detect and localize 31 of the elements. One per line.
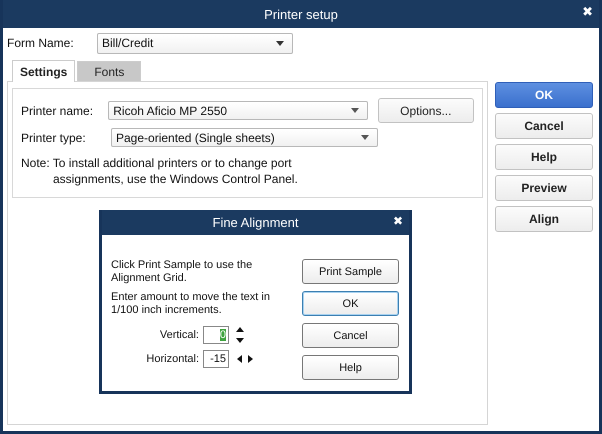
- note-text: Note: To install additional printers or to change port assignments, use the Windows Control Panel.: [21, 155, 299, 187]
- printer-type-label: Printer type:: [21, 130, 87, 144]
- printer-name-dropdown[interactable]: Ricoh Aficio MP 2550: [108, 101, 368, 120]
- options-button[interactable]: Options...: [378, 98, 474, 123]
- dialog-title: Fine Alignment: [212, 215, 298, 230]
- dialog-button[interactable]: OK: [495, 82, 593, 108]
- tab[interactable]: Fonts: [77, 61, 142, 81]
- form-name-label: Form Name:: [7, 36, 75, 50]
- printer-name-label: Printer name:: [21, 104, 94, 118]
- dialog-button[interactable]: Preview: [495, 175, 593, 201]
- instruction-text: Enter amount to move the text in 1/100 inch increments.: [111, 291, 271, 317]
- tab[interactable]: Settings: [12, 60, 76, 82]
- dialog-button[interactable]: Help: [302, 355, 399, 380]
- caret-icon: [361, 135, 369, 140]
- horizontal-field[interactable]: -15: [203, 350, 229, 368]
- close-button[interactable]: ✖: [392, 214, 403, 228]
- dialog-button[interactable]: Cancel: [302, 323, 399, 348]
- window-title: Printer setup: [264, 6, 338, 22]
- form-name-dropdown[interactable]: Bill/Credit: [97, 32, 293, 54]
- dialog-button[interactable]: Align: [495, 206, 593, 232]
- dialog-button[interactable]: OK: [302, 291, 399, 316]
- vertical-label: Vertical:: [158, 329, 199, 341]
- dialog-button[interactable]: Help: [495, 144, 593, 170]
- dialog-button[interactable]: Cancel: [495, 113, 593, 139]
- printer-type-dropdown[interactable]: Page-oriented (Single sheets): [111, 128, 378, 147]
- caret-icon: [350, 108, 359, 113]
- horizontal-label: Horizontal:: [145, 353, 199, 365]
- caret-icon: [276, 40, 284, 46]
- instruction-text: Click Print Sample to use the Alignment Grid.: [111, 259, 254, 285]
- close-button[interactable]: ✖: [582, 5, 593, 20]
- dialog-button[interactable]: Print Sample: [302, 259, 399, 284]
